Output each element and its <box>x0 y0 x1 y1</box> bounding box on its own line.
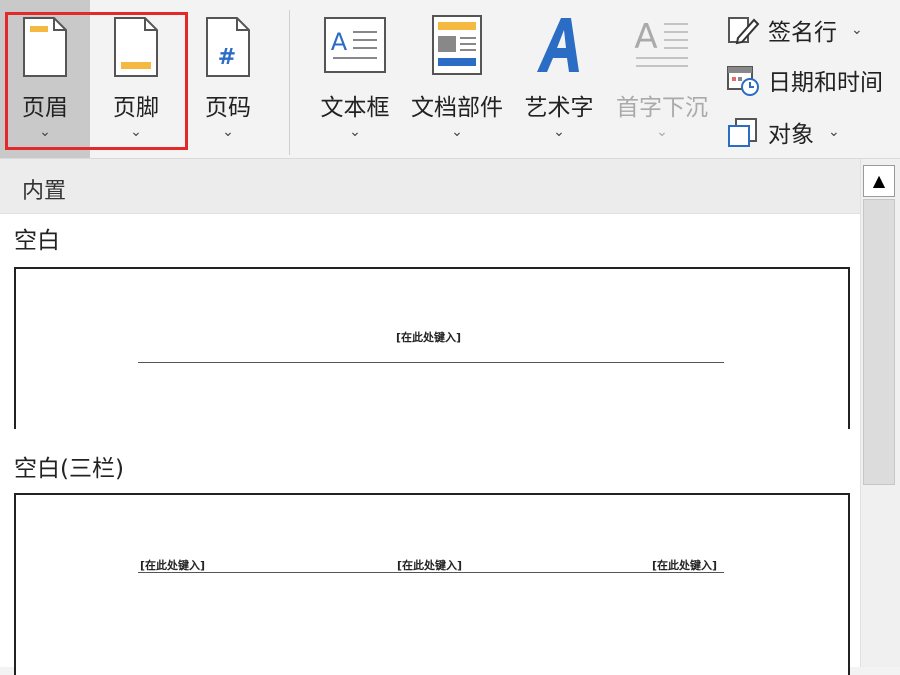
chevron-down-icon: ⌄ <box>222 124 234 140</box>
svg-text:A: A <box>634 17 657 57</box>
quick-parts-button-label: 文档部件 <box>411 95 503 121</box>
placeholder-text: [在此处键入] <box>396 331 462 344</box>
quick-parts-button[interactable]: 文档部件 ⌄ <box>402 0 512 158</box>
category-label: 内置 <box>22 179 67 204</box>
ribbon-separator <box>289 10 290 155</box>
red-highlight-box <box>5 12 188 150</box>
header-gallery-panel: 内置 空白 [在此处键入] 空白(三栏) [在此处键入] [在此处键入] [在此… <box>0 158 900 675</box>
object-button[interactable]: 对象 ⌄ <box>726 112 840 152</box>
date-time-label: 日期和时间 <box>768 70 883 96</box>
chevron-down-icon: ⌄ <box>851 22 863 38</box>
drop-cap-button[interactable]: A 首字下沉 ⌄ <box>606 0 718 158</box>
wordart-button[interactable]: 艺术字 ⌄ <box>514 0 604 158</box>
wordart-button-label: 艺术字 <box>524 95 594 121</box>
ribbon: 页眉 ⌄ 页脚 ⌄ # 页码 ⌄ A 文本框 ⌄ 文档部件 ⌄ 艺术字 ⌄ A … <box>0 0 900 158</box>
chevron-down-icon: ⌄ <box>553 124 565 140</box>
date-time-button[interactable]: 日期和时间 <box>726 60 883 100</box>
header-rule <box>138 572 724 573</box>
page-number-button-label: 页码 <box>205 95 251 121</box>
gallery-category-header: 内置 <box>0 159 860 214</box>
page-number-button[interactable]: # 页码 ⌄ <box>184 0 272 158</box>
object-icon <box>728 118 757 147</box>
placeholder-text: [在此处键入] <box>397 559 463 572</box>
placeholder-text: [在此处键入] <box>140 559 206 572</box>
chevron-down-icon: ⌄ <box>656 124 668 140</box>
page-number-icon: # <box>206 17 250 77</box>
gallery-item-blank-three-column[interactable]: [在此处键入] [在此处键入] [在此处键入] <box>14 493 850 675</box>
header-rule <box>138 362 724 363</box>
drop-cap-icon: A <box>634 17 688 67</box>
scrollbar-thumb[interactable] <box>863 199 895 485</box>
gallery-scrollbar[interactable]: ▲ <box>860 159 900 667</box>
chevron-down-icon: ⌄ <box>349 124 361 140</box>
chevron-down-icon: ⌄ <box>828 124 840 140</box>
gallery-item-blank[interactable]: [在此处键入] <box>14 267 850 429</box>
wordart-icon <box>537 18 579 72</box>
signature-pen-icon <box>728 17 760 45</box>
text-box-button-label: 文本框 <box>320 95 390 121</box>
svg-text:#: # <box>218 45 236 70</box>
scroll-up-arrow-icon[interactable]: ▲ <box>863 165 895 197</box>
signature-line-label: 签名行 <box>768 20 837 46</box>
gallery-item-title: 空白 <box>14 228 60 254</box>
text-box-button[interactable]: A 文本框 ⌄ <box>310 0 400 158</box>
drop-cap-button-label: 首字下沉 <box>616 95 708 121</box>
calendar-clock-icon <box>727 66 759 96</box>
signature-line-button[interactable]: 签名行 ⌄ <box>726 10 863 50</box>
object-label: 对象 <box>768 122 814 148</box>
text-box-icon: A <box>324 17 386 73</box>
placeholder-text: [在此处键入] <box>652 559 718 572</box>
quick-parts-icon <box>432 15 482 75</box>
chevron-down-icon: ⌄ <box>451 124 463 140</box>
gallery-item-title: 空白(三栏) <box>14 456 124 482</box>
svg-text:A: A <box>331 28 348 56</box>
